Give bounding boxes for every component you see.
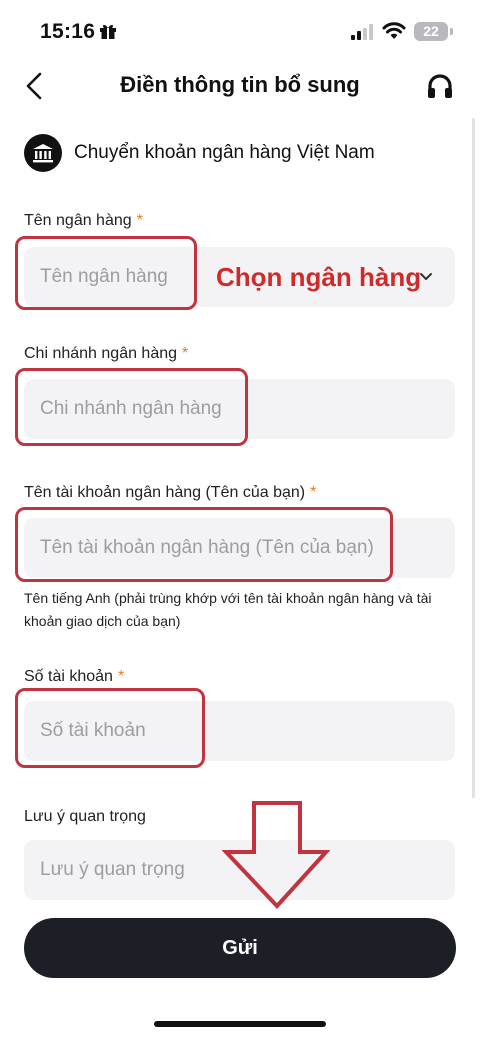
branch-input[interactable]: Chi nhánh ngân hàng — [24, 379, 455, 439]
down-arrow-annotation-icon — [222, 801, 330, 909]
required-mark: * — [117, 668, 125, 685]
status-time: 15:16 — [40, 20, 96, 43]
payment-method: Chuyển khoản ngân hàng Việt Nam — [24, 134, 375, 172]
account-number-input[interactable]: Số tài khoản — [24, 701, 455, 761]
bank-name-placeholder: Tên ngân hàng — [40, 266, 168, 287]
payment-method-label: Chuyển khoản ngân hàng Việt Nam — [74, 142, 375, 163]
account-name-input[interactable]: Tên tài khoản ngân hàng (Tên của bạn) — [24, 518, 455, 578]
required-mark: * — [310, 484, 317, 501]
branch-label: Chi nhánh ngân hàng * — [24, 345, 188, 363]
note-placeholder: Lưu ý quan trọng — [40, 859, 185, 880]
gift-icon — [100, 24, 116, 39]
home-indicator — [154, 1021, 326, 1027]
account-number-placeholder: Số tài khoản — [40, 720, 146, 741]
bank-name-label: Tên ngân hàng * — [24, 212, 143, 230]
account-name-label-text: Tên tài khoản ngân hàng (Tên của bạn) — [24, 484, 306, 501]
battery-icon: 22 — [414, 22, 453, 41]
branch-label-text: Chi nhánh ngân hàng — [24, 345, 178, 362]
bank-name-label-text: Tên ngân hàng — [24, 212, 132, 229]
account-name-label: Tên tài khoản ngân hàng (Tên của bạn) * — [24, 484, 316, 502]
note-label: Lưu ý quan trọng — [24, 808, 146, 825]
status-bar: 15:16 22 — [0, 0, 480, 62]
page-title: Điền thông tin bổ sung — [120, 72, 360, 97]
cellular-signal-icon — [351, 24, 373, 40]
headphones-icon[interactable] — [426, 72, 454, 100]
account-number-label-text: Số tài khoản — [24, 668, 113, 685]
account-name-hint: Tên tiếng Anh (phải trùng khớp với tên t… — [24, 590, 432, 629]
required-mark: * — [136, 212, 143, 229]
branch-placeholder: Chi nhánh ngân hàng — [40, 398, 222, 419]
submit-button[interactable]: Gửi — [24, 918, 456, 978]
account-name-placeholder: Tên tài khoản ngân hàng (Tên của bạn) — [40, 537, 374, 558]
required-mark: * — [182, 345, 189, 362]
scrollbar[interactable] — [472, 118, 475, 798]
wifi-icon — [382, 22, 406, 39]
choose-bank-annotation: Chọn ngân hàng — [216, 262, 422, 292]
chevron-down-icon — [420, 273, 432, 280]
account-number-label: Số tài khoản * — [24, 668, 124, 686]
bank-icon — [24, 134, 62, 172]
